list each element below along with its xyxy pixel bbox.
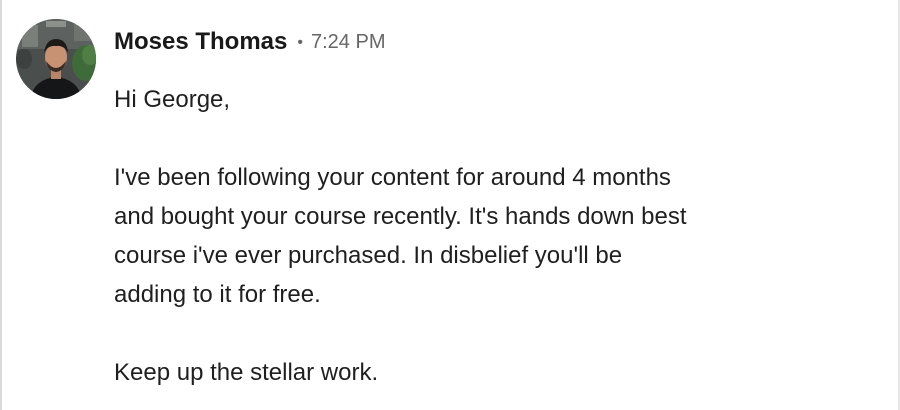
message-body: Hi George, I've been following your cont… <box>114 80 854 392</box>
sender-name[interactable]: Moses Thomas <box>114 28 287 56</box>
chat-message: Moses Thomas • 7:24 PM Hi George, I've b… <box>0 0 900 410</box>
body-line: adding to it for free. <box>114 281 321 308</box>
body-line: and bought your course recently. It's ha… <box>114 203 687 230</box>
message-header: Moses Thomas • 7:24 PM <box>114 27 385 57</box>
timestamp: 7:24 PM <box>311 30 386 53</box>
closing-line: Keep up the stellar work. <box>114 359 379 386</box>
meta-separator: • <box>297 34 303 51</box>
avatar[interactable] <box>16 19 96 99</box>
profile-photo-icon <box>16 19 96 99</box>
body-line: course i've ever purchased. In disbelief… <box>114 242 623 269</box>
left-divider <box>0 0 2 410</box>
body-line: I've been following your content for aro… <box>114 164 671 191</box>
greeting-line: Hi George, <box>114 86 231 113</box>
